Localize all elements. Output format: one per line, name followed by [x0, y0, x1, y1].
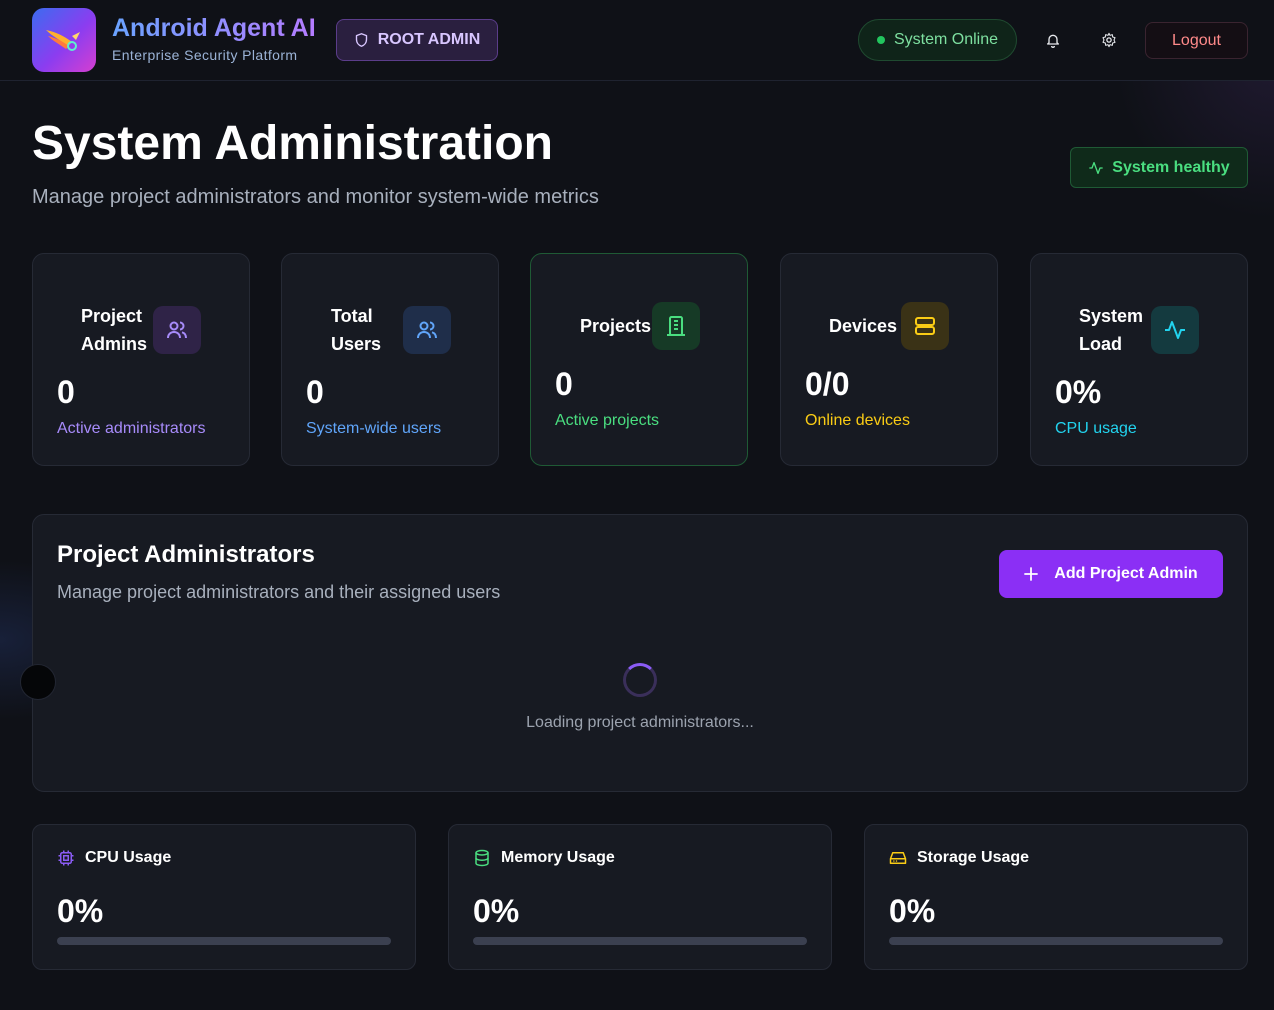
stat-value: 0	[57, 374, 75, 410]
cpu-usage-card: CPU Usage 0%	[32, 824, 416, 970]
stat-value: 0/0	[805, 366, 850, 402]
loading-text: Loading project administrators...	[526, 714, 754, 731]
stat-label-line: Project	[81, 306, 143, 326]
brand-subtitle: Enterprise Security Platform	[112, 47, 298, 63]
page-title: System Administration	[32, 117, 553, 170]
plus-icon	[1024, 567, 1039, 581]
system-online-status: System Online	[858, 19, 1017, 61]
root-admin-label: ROOT ADMIN	[377, 31, 481, 48]
usage-label: Memory Usage	[501, 849, 615, 866]
stat-card-devices: Devices 0/0 Online devices	[780, 253, 998, 466]
panel-title: Project Administrators	[57, 541, 315, 568]
usage-header: Storage Usage	[889, 849, 1029, 867]
stat-card-total-users: Total Users 0 System-wide users	[281, 253, 499, 466]
stat-caption: CPU usage	[1055, 420, 1137, 437]
stat-label-line: System	[1079, 306, 1144, 326]
stat-value: 0	[555, 366, 573, 402]
loading-spinner-icon	[623, 663, 657, 697]
system-online-label: System Online	[893, 31, 999, 48]
logout-button[interactable]: Logout	[1145, 22, 1248, 59]
stat-label-line: Total	[331, 306, 373, 326]
server-icon	[901, 302, 949, 350]
stat-caption: Active administrators	[57, 420, 206, 437]
building-icon	[652, 302, 700, 350]
stat-card-project-admins: Project Admins 0 Active administrators	[32, 253, 250, 466]
stat-label: System Load	[1079, 302, 1143, 358]
stat-label: Total Users	[331, 302, 381, 358]
add-project-admin-label: Add Project Admin	[1054, 565, 1198, 582]
activity-icon	[1089, 161, 1103, 174]
notifications-button[interactable]	[1037, 24, 1069, 56]
status-dot-icon	[876, 36, 885, 44]
stat-card-system-load: System Load 0% CPU usage	[1030, 253, 1248, 466]
usage-label: Storage Usage	[917, 849, 1030, 866]
root-admin-badge: ROOT ADMIN	[336, 19, 498, 61]
stat-label: Project Admins	[81, 302, 147, 358]
system-health-badge: System healthy	[1070, 147, 1248, 188]
memory-usage-card: Memory Usage 0%	[448, 824, 832, 970]
stat-value: 0%	[1055, 374, 1102, 410]
add-project-admin-button[interactable]: Add Project Admin	[999, 550, 1223, 598]
database-icon	[475, 849, 489, 867]
stat-caption: Active projects	[555, 412, 660, 429]
stat-caption: System-wide users	[306, 420, 442, 437]
brand-title: Android Agent AI	[112, 14, 316, 42]
floating-action-button[interactable]	[20, 664, 56, 700]
stat-value: 0	[306, 374, 324, 410]
usage-value: 0%	[473, 893, 520, 929]
stat-label-line: Load	[1079, 334, 1122, 354]
page-subtitle: Manage project administrators and monito…	[32, 186, 599, 208]
background-glow	[1114, 60, 1274, 220]
top-header: Android Agent AI Enterprise Security Pla…	[0, 0, 1274, 81]
usage-header: CPU Usage	[57, 849, 171, 867]
stat-label: Devices	[829, 316, 898, 336]
cpu-icon	[58, 850, 74, 866]
stat-label: Projects	[580, 316, 652, 336]
usage-label: CPU Usage	[85, 849, 172, 866]
bird-logo-icon	[46, 30, 80, 51]
shield-icon	[355, 33, 367, 47]
storage-usage-card: Storage Usage 0%	[864, 824, 1248, 970]
settings-button[interactable]	[1093, 24, 1125, 56]
users-icon	[403, 306, 451, 354]
stat-label-line: Users	[331, 334, 382, 354]
usage-progress-bar	[57, 937, 391, 945]
usage-value: 0%	[57, 893, 104, 929]
stat-card-projects: Projects 0 Active projects	[530, 253, 748, 466]
activity-icon	[1151, 306, 1199, 354]
usage-progress-bar	[889, 937, 1223, 945]
usage-header: Memory Usage	[473, 849, 615, 867]
usage-value: 0%	[889, 893, 936, 929]
panel-subtitle: Manage project administrators and their …	[57, 582, 501, 602]
system-health-label: System healthy	[1112, 158, 1230, 176]
project-admins-panel: Project Administrators Manage project ad…	[32, 514, 1248, 792]
usage-progress-bar	[473, 937, 807, 945]
users-icon	[153, 306, 201, 354]
hard-drive-icon	[889, 852, 907, 864]
bell-icon	[1047, 34, 1059, 48]
app-logo[interactable]	[32, 8, 96, 72]
gear-icon	[1102, 32, 1116, 48]
stat-caption: Online devices	[805, 412, 910, 429]
stat-label-line: Admins	[81, 334, 148, 354]
